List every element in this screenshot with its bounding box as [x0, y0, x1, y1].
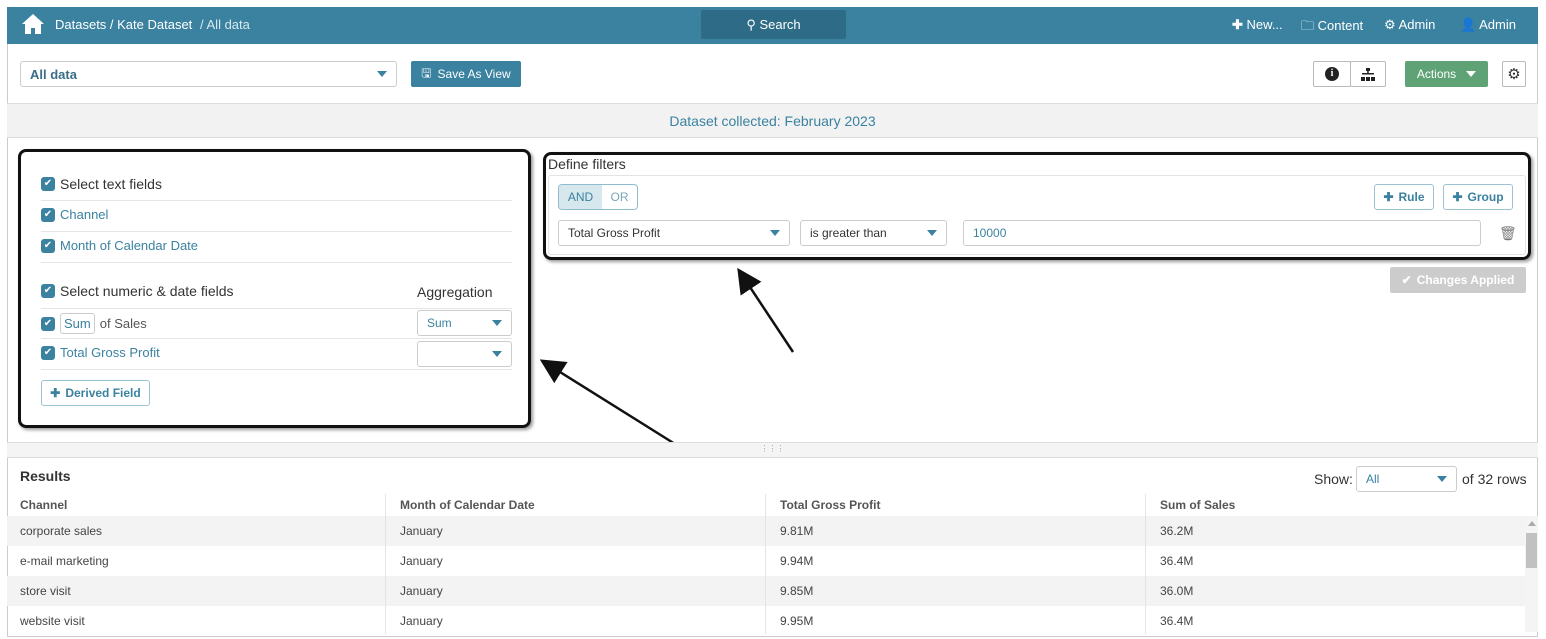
- cell-gross-profit: 9.94M: [780, 554, 814, 568]
- cell-channel: store visit: [20, 584, 71, 598]
- cell-channel: website visit: [20, 614, 85, 628]
- table-scrollbar[interactable]: [1525, 516, 1538, 632]
- panel-splitter[interactable]: ⋮⋮⋮: [7, 442, 1538, 458]
- table-row[interactable]: store visit January 9.85M 36.0M: [7, 576, 1525, 606]
- rows-shown-value: All: [1366, 472, 1380, 486]
- cell-month: January: [400, 554, 443, 568]
- table-row[interactable]: e-mail marketing January 9.94M 36.4M: [7, 546, 1525, 576]
- table-row[interactable]: website visit January 9.95M 36.4M: [7, 606, 1525, 632]
- cell-month: January: [400, 584, 443, 598]
- results-title: Results: [20, 468, 71, 484]
- column-divider: [385, 494, 386, 634]
- cell-month: January: [400, 524, 443, 538]
- cell-gross-profit: 9.85M: [780, 584, 814, 598]
- cell-sales: 36.4M: [1160, 554, 1194, 568]
- column-header-channel[interactable]: Channel: [20, 498, 67, 512]
- arrow-to-fields: [539, 359, 676, 446]
- chevron-down-icon: [1437, 476, 1447, 482]
- cell-sales: 36.2M: [1160, 524, 1194, 538]
- cell-month: January: [400, 614, 443, 628]
- cell-gross-profit: 9.95M: [780, 614, 814, 628]
- column-header-sales[interactable]: Sum of Sales: [1160, 498, 1235, 512]
- column-header-month[interactable]: Month of Calendar Date: [400, 498, 535, 512]
- rows-shown-select[interactable]: All: [1356, 466, 1457, 492]
- column-header-gross-profit[interactable]: Total Gross Profit: [780, 498, 880, 512]
- cell-sales: 36.4M: [1160, 614, 1194, 628]
- scroll-up-icon[interactable]: [1528, 521, 1536, 526]
- show-label: Show:: [1314, 471, 1353, 487]
- arrow-to-filters: [737, 267, 795, 353]
- column-divider: [765, 494, 766, 634]
- column-divider: [1145, 494, 1146, 634]
- rows-count: of 32 rows: [1462, 471, 1527, 487]
- cell-gross-profit: 9.81M: [780, 524, 814, 538]
- table-row[interactable]: corporate sales January 9.81M 36.2M: [7, 516, 1525, 546]
- scrollbar-thumb[interactable]: [1526, 533, 1537, 568]
- cell-channel: e-mail marketing: [20, 554, 109, 568]
- cell-sales: 36.0M: [1160, 584, 1194, 598]
- cell-channel: corporate sales: [20, 524, 103, 538]
- grip-icon: ⋮⋮⋮: [760, 444, 785, 453]
